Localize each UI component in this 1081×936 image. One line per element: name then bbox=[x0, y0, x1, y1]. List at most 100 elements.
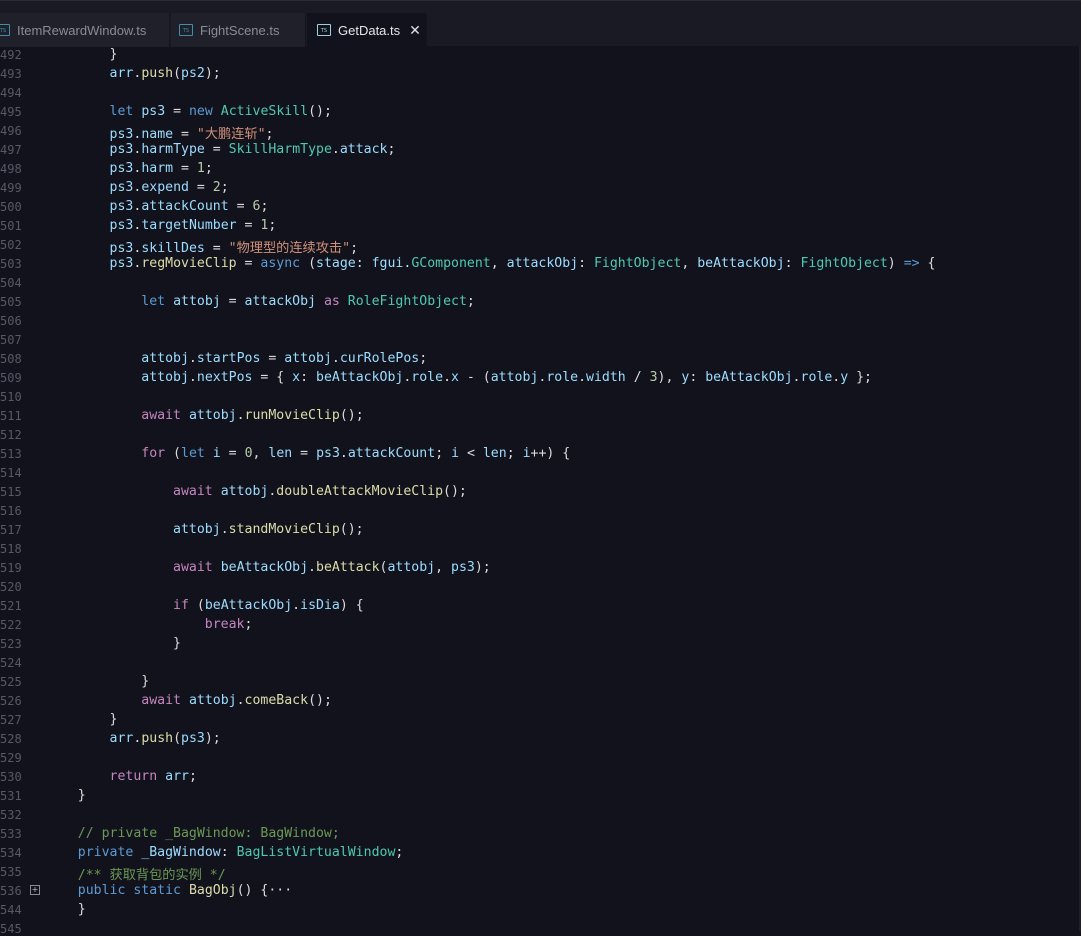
code-line[interactable]: await attobj.runMovieClip(); bbox=[46, 408, 364, 423]
code-line[interactable]: } bbox=[46, 712, 118, 727]
code-line[interactable]: } bbox=[46, 47, 118, 62]
code-line[interactable]: private _BagWindow: BagListVirtualWindow… bbox=[46, 845, 404, 860]
line-number: 496 bbox=[0, 124, 22, 138]
code-line[interactable]: ps3.harm = 1; bbox=[46, 161, 213, 176]
code-line[interactable]: } bbox=[46, 902, 86, 917]
code-token: , bbox=[681, 256, 698, 271]
code-token: public bbox=[77, 883, 126, 898]
code-token: } bbox=[46, 47, 118, 62]
code-line[interactable]: ps3.harmType = SkillHarmType.attack; bbox=[46, 142, 396, 157]
tab-item-reward-window[interactable]: TS ItemRewardWindow.ts bbox=[0, 13, 170, 47]
code-line[interactable]: ps3.skillDes = "物理型的连续攻击"; bbox=[46, 237, 358, 256]
code-token: ; bbox=[506, 446, 523, 461]
code-token: , bbox=[490, 256, 507, 271]
code-token: attobj bbox=[173, 294, 221, 309]
code-token: attobj bbox=[188, 408, 237, 423]
code-line[interactable]: let attobj = attackObj as RoleFightObjec… bbox=[46, 294, 475, 309]
code-token: ; bbox=[387, 142, 396, 157]
code-line[interactable]: ps3.targetNumber = 1; bbox=[46, 218, 277, 233]
line-number: 530 bbox=[0, 770, 22, 784]
line-number: 522 bbox=[0, 618, 22, 632]
code-token: ; bbox=[350, 241, 359, 256]
line-number: 507 bbox=[0, 333, 22, 347]
code-line[interactable]: await attobj.comeBack(); bbox=[46, 693, 332, 708]
code-token: (); bbox=[339, 408, 364, 423]
code-token: beAttackObj bbox=[220, 560, 309, 575]
code-token: = bbox=[292, 446, 317, 461]
code-line[interactable]: /** 获取背包的实例 */ bbox=[46, 864, 226, 883]
code-token: : bbox=[355, 256, 372, 271]
code-token: - ( bbox=[458, 370, 491, 385]
code-line[interactable]: ps3.expend = 2; bbox=[46, 180, 229, 195]
code-token: len bbox=[268, 446, 293, 461]
line-number: 544 bbox=[0, 903, 22, 917]
code-line[interactable]: } bbox=[46, 674, 149, 689]
code-token: } bbox=[46, 674, 150, 689]
code-line[interactable]: attobj.nextPos = { x: beAttackObj.role.x… bbox=[46, 370, 872, 385]
code-token: ); bbox=[474, 560, 491, 575]
code-line[interactable]: ps3.attackCount = 6; bbox=[46, 199, 269, 214]
tab-get-data[interactable]: TS GetData.ts ✕ bbox=[307, 13, 427, 47]
code-token: return bbox=[109, 769, 158, 784]
code-token: beAttackObj bbox=[316, 370, 404, 385]
code-line[interactable]: // private _BagWindow: BagWindow; bbox=[46, 826, 340, 841]
code-line[interactable]: attobj.startPos = attobj.curRolePos; bbox=[46, 351, 427, 366]
code-line[interactable]: ps3.name = "大鹏连斩"; bbox=[46, 123, 274, 142]
code-token: } bbox=[46, 636, 181, 651]
code-line[interactable]: } bbox=[46, 636, 181, 651]
code-token: ); bbox=[204, 66, 221, 81]
code-token: attackCount bbox=[347, 446, 436, 461]
code-token: ; bbox=[244, 617, 253, 632]
code-token: ( bbox=[188, 598, 205, 613]
line-number: 523 bbox=[0, 637, 22, 651]
code-line[interactable]: ps3.regMovieClip = async (stage: fgui.GC… bbox=[46, 256, 936, 271]
code-token: . bbox=[188, 351, 197, 366]
code-token: "物理型的连续攻击" bbox=[228, 241, 351, 256]
code-token: = bbox=[188, 180, 213, 195]
code-token: } bbox=[46, 788, 86, 803]
code-line[interactable]: return arr; bbox=[46, 769, 197, 784]
code-token: BagListVirtualWindow bbox=[236, 845, 396, 860]
line-number: 494 bbox=[0, 86, 22, 100]
code-token: . bbox=[188, 370, 197, 385]
code-token: nextPos bbox=[196, 370, 253, 385]
code-line[interactable]: arr.push(ps2); bbox=[46, 66, 221, 81]
expand-fold-icon[interactable]: + bbox=[30, 885, 40, 895]
code-token: _BagWindow bbox=[141, 845, 221, 860]
code-line[interactable]: break; bbox=[46, 617, 253, 632]
tab-fight-scene[interactable]: TS FightScene.ts bbox=[171, 13, 306, 47]
code-line[interactable]: let ps3 = new ActiveSkill(); bbox=[46, 104, 332, 119]
code-line[interactable]: await attobj.doubleAttackMovieClip(); bbox=[46, 484, 467, 499]
code-line[interactable]: if (beAttackObj.isDia) { bbox=[46, 598, 364, 613]
code-line[interactable]: for (let i = 0, len = ps3.attackCount; i… bbox=[46, 446, 570, 461]
code-line[interactable]: attobj.standMovieClip(); bbox=[46, 522, 364, 537]
code-line[interactable]: } bbox=[46, 788, 86, 803]
tab-label: FightScene.ts bbox=[200, 22, 280, 38]
code-line[interactable]: await beAttackObj.beAttack(attobj, ps3); bbox=[46, 560, 491, 575]
line-number: 527 bbox=[0, 713, 22, 727]
code-token: : bbox=[784, 256, 801, 271]
line-number: 516 bbox=[0, 504, 22, 518]
code-token: role bbox=[411, 370, 444, 385]
code-token: / bbox=[625, 370, 650, 385]
code-token: ), bbox=[657, 370, 682, 385]
code-token: , bbox=[252, 446, 269, 461]
code-line[interactable]: arr.push(ps3); bbox=[46, 731, 221, 746]
code-token: ( bbox=[173, 731, 182, 746]
code-token: . bbox=[443, 370, 452, 385]
code-token: i bbox=[451, 446, 460, 461]
close-icon[interactable]: ✕ bbox=[409, 22, 421, 39]
code-line[interactable]: public static BagObj() {··· bbox=[46, 883, 292, 898]
